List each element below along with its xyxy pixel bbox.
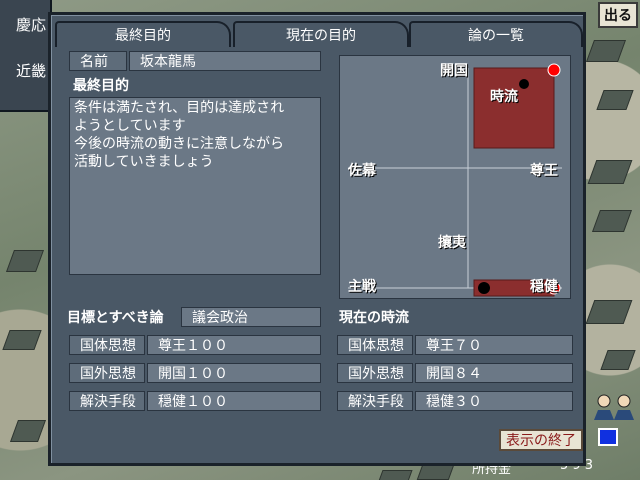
current-row-label: 国体思想 [337, 335, 413, 355]
current-method-marker [478, 282, 490, 294]
target-row-label: 解決手段 [69, 391, 145, 411]
current-row-label: 解決手段 [337, 391, 413, 411]
current-trend-marker [519, 79, 529, 89]
chart-label-onken: 穏健 [530, 279, 558, 295]
target-argument-value: 議会政治 [181, 307, 321, 327]
current-row-value: 開国８４ [415, 363, 573, 383]
tab-argument-list[interactable]: 論の一覧 [409, 21, 583, 47]
region-label: 近畿 [16, 62, 47, 80]
target-zone [473, 67, 555, 149]
final-goal-text: 条件は満たされ、目的は達成され ようとしています 今後の時流の動きに注意しながら… [69, 97, 321, 275]
chart-label-joi: 攘夷 [438, 235, 466, 251]
tab-current-goal[interactable]: 現在の目的 [233, 21, 409, 47]
tab-final-goal[interactable]: 最終目的 [55, 21, 231, 47]
exit-button[interactable]: 出る [598, 2, 638, 28]
target-row-label: 国体思想 [69, 335, 145, 355]
chart-label-sonno: 尊王 [530, 163, 558, 179]
current-trend-title: 現在の時流 [339, 310, 409, 326]
current-row-value: 尊王７０ [415, 335, 573, 355]
name-label: 名前 [69, 51, 127, 71]
chart-label-current: 時流 [490, 89, 518, 105]
chart-label-sabaku: 佐幕 [348, 163, 376, 179]
end-display-button[interactable]: 表示の終了 [499, 429, 583, 451]
target-argument-label: 目標とすべき論 [67, 310, 164, 326]
goal-text-line: 今後の時流の動きに注意しながら [74, 136, 284, 152]
goal-marker [547, 63, 561, 77]
goal-text-line: 条件は満たされ、目的は達成され [74, 100, 285, 116]
chart-label-open: 開国 [440, 63, 468, 79]
final-goal-title: 最終目的 [73, 78, 129, 94]
current-row-label: 国外思想 [337, 363, 413, 383]
name-value: 坂本龍馬 [129, 51, 321, 71]
chart-label-shusen: 主戦 [348, 279, 376, 295]
goal-text-line: ようとしています [74, 118, 186, 134]
goal-dialog: 最終目的 現在の目的 論の一覧 名前 坂本龍馬 最終目的 条件は満たされ、目的は… [48, 12, 586, 466]
target-row-value: 開国１００ [147, 363, 321, 383]
blue-indicator [598, 428, 618, 446]
target-row-label: 国外思想 [69, 363, 145, 383]
target-row-value: 穏健１００ [147, 391, 321, 411]
target-row-value: 尊王１００ [147, 335, 321, 355]
portrait-icon [592, 392, 636, 420]
era-label: 慶応 [16, 16, 47, 34]
goal-text-line: 活動していきましょう [74, 154, 214, 170]
current-row-value: 穏健３０ [415, 391, 573, 411]
ideology-chart: 開国 時流 佐幕 尊王 攘夷 主戦 穏健 [339, 55, 571, 299]
